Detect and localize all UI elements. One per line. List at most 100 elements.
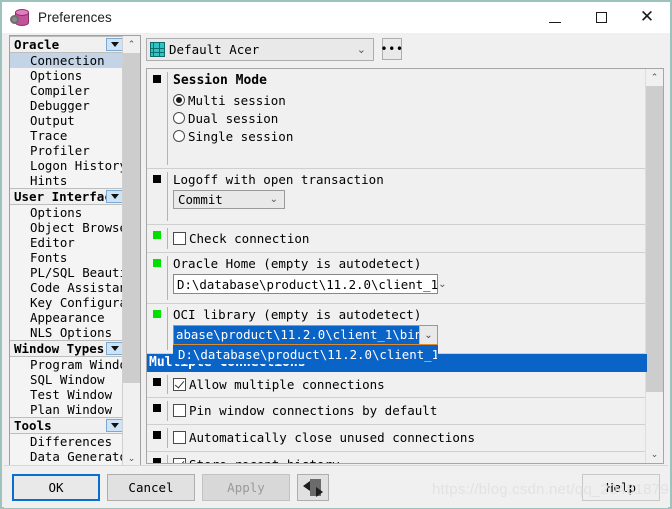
sidebar-item-ui-options[interactable]: Options: [10, 205, 124, 220]
oci-library-input[interactable]: abase\product\11.2.0\client_1\bin\oci.dl…: [173, 325, 438, 345]
chevron-down-icon: ⌄: [438, 278, 447, 290]
scroll-up-icon[interactable]: ⌃: [646, 69, 663, 86]
sidebar-item-nls-options[interactable]: NLS Options: [10, 325, 124, 340]
window-title: Preferences: [38, 10, 112, 25]
checkbox-icon[interactable]: [173, 377, 186, 391]
radio-multi-session[interactable]: Multi session: [171, 91, 647, 109]
section-rail: [167, 455, 168, 463]
section-auto-close: Automatically close unused connections: [147, 425, 647, 452]
radio-icon[interactable]: [173, 130, 185, 142]
sidebar-item-options[interactable]: Options: [10, 68, 124, 83]
sidebar-item-output[interactable]: Output: [10, 113, 124, 128]
sidebar-item-editor[interactable]: Editor: [10, 235, 124, 250]
checkbox-check-connection[interactable]: Check connection: [171, 225, 647, 251]
settings-scroll-track[interactable]: [646, 86, 663, 446]
checkbox-auto-close-unused[interactable]: Automatically close unused connections: [171, 425, 647, 450]
section-marker-icon: [153, 231, 161, 239]
sidebar-item-compiler[interactable]: Compiler: [10, 83, 124, 98]
maximize-button[interactable]: [578, 2, 624, 33]
sidebar-item-key-configuration[interactable]: Key Configurat: [10, 295, 124, 310]
connection-select[interactable]: Default Acer ⌄: [146, 38, 374, 61]
connection-more-button[interactable]: •••: [380, 38, 403, 60]
checkbox-icon[interactable]: [173, 404, 186, 417]
section-rail: [167, 256, 168, 300]
settings-sections: Session Mode Multi session Dual session …: [147, 69, 647, 463]
sidebar-item-logon-history[interactable]: Logon History: [10, 158, 124, 173]
settings-tree[interactable]: Oracle Connection Options Compiler Debug…: [10, 36, 124, 467]
sidebar-item-program-window[interactable]: Program Window: [10, 357, 124, 372]
sidebar-item-test-window[interactable]: Test Window: [10, 387, 124, 402]
watermark-text: https://blog.csdn.net/qq_20481879: [432, 481, 669, 498]
section-allow-multiple: Allow multiple connections: [147, 372, 647, 398]
section-rail: [167, 228, 168, 249]
cancel-button[interactable]: Cancel: [107, 474, 195, 501]
tree-group-oracle[interactable]: Oracle: [10, 36, 124, 53]
tree-scroll-thumb[interactable]: [123, 53, 140, 383]
settings-scrollbar[interactable]: ⌃ ⌄: [645, 69, 663, 463]
sidebar-item-hints[interactable]: Hints: [10, 173, 124, 188]
checkbox-allow-multiple-connections[interactable]: Allow multiple connections: [171, 372, 647, 396]
tree-scroll-track[interactable]: [123, 53, 140, 450]
sidebar-item-differences[interactable]: Differences: [10, 434, 124, 449]
chevron-down-icon[interactable]: [106, 190, 123, 203]
sidebar-item-trace[interactable]: Trace: [10, 128, 124, 143]
apply-button[interactable]: Apply: [202, 474, 290, 501]
sidebar-item-plsql-beautifier[interactable]: PL/SQL Beautif: [10, 265, 124, 280]
checkbox-label: Pin window connections by default: [189, 403, 438, 418]
window-controls: ✕: [532, 2, 670, 33]
checkbox-icon[interactable]: [173, 458, 186, 463]
sidebar-item-code-assistant[interactable]: Code Assistant: [10, 280, 124, 295]
chevron-down-icon[interactable]: [106, 342, 123, 355]
checkbox-pin-window-connections[interactable]: Pin window connections by default: [171, 398, 647, 423]
scroll-up-icon[interactable]: ⌃: [123, 36, 140, 53]
checkbox-icon[interactable]: [173, 231, 186, 245]
logoff-select[interactable]: Commit ⌄: [173, 190, 285, 209]
oracle-home-value: D:\database\product\11.2.0\client_1: [177, 276, 439, 292]
sidebar-item-profiler[interactable]: Profiler: [10, 143, 124, 158]
ok-button[interactable]: OK: [12, 474, 100, 501]
oci-library-value[interactable]: abase\product\11.2.0\client_1\bin\oci.dl…: [174, 326, 419, 344]
section-oracle-home: Oracle Home (empty is autodetect) D:\dat…: [147, 253, 647, 304]
checkbox-store-recent-history[interactable]: Store recent history: [171, 452, 647, 463]
close-button[interactable]: ✕: [624, 2, 670, 33]
sidebar-item-sql-window[interactable]: SQL Window: [10, 372, 124, 387]
network-globe-icon: [150, 42, 165, 57]
radio-single-session[interactable]: Single session: [171, 127, 647, 145]
settings-scroll-area: Session Mode Multi session Dual session …: [146, 68, 664, 464]
radio-label: Single session: [188, 128, 294, 144]
tree-group-user-interface[interactable]: User Interface: [10, 188, 124, 205]
sidebar-item-fonts[interactable]: Fonts: [10, 250, 124, 265]
tree-scrollbar[interactable]: ⌃ ⌄: [122, 36, 140, 467]
checkbox-label: Allow multiple connections: [189, 376, 385, 392]
chevron-down-icon[interactable]: ⌄: [419, 326, 437, 344]
sidebar-item-connection[interactable]: Connection: [10, 53, 124, 68]
radio-dual-session[interactable]: Dual session: [171, 109, 647, 127]
checkbox-label: Store recent history: [189, 457, 340, 463]
settings-scroll-thumb[interactable]: [646, 86, 663, 392]
settings-tree-panel: Oracle Connection Options Compiler Debug…: [9, 35, 141, 468]
import-export-button[interactable]: [297, 474, 329, 501]
tree-group-tools[interactable]: Tools: [10, 417, 124, 434]
sidebar-item-data-generator[interactable]: Data Generator: [10, 449, 124, 464]
window-client-area: Oracle Connection Options Compiler Debug…: [4, 33, 668, 468]
tree-group-window-types[interactable]: Window Types: [10, 340, 124, 357]
window-titlebar: Preferences ✕: [2, 2, 670, 33]
sidebar-item-debugger[interactable]: Debugger: [10, 98, 124, 113]
chevron-down-icon[interactable]: [106, 38, 123, 51]
oci-library-dropdown-item[interactable]: D:\database\product\11.2.0\client_1\bin\…: [173, 345, 438, 364]
chevron-down-icon: ⌄: [356, 43, 366, 56]
radio-icon[interactable]: [173, 94, 185, 106]
logoff-value: Commit: [178, 192, 223, 207]
checkbox-icon[interactable]: [173, 431, 186, 444]
sidebar-item-appearance[interactable]: Appearance: [10, 310, 124, 325]
scroll-down-icon[interactable]: ⌄: [646, 446, 663, 463]
section-rail: [167, 375, 168, 394]
sidebar-item-plan-window[interactable]: Plan Window: [10, 402, 124, 417]
oracle-home-input[interactable]: D:\database\product\11.2.0\client_1 ⌄: [173, 274, 446, 294]
sidebar-item-object-browser[interactable]: Object Browser: [10, 220, 124, 235]
section-marker-icon: [153, 404, 161, 412]
chevron-down-icon[interactable]: [106, 419, 123, 432]
radio-icon[interactable]: [173, 112, 185, 124]
section-marker-icon: [153, 378, 161, 386]
minimize-button[interactable]: [532, 2, 578, 33]
